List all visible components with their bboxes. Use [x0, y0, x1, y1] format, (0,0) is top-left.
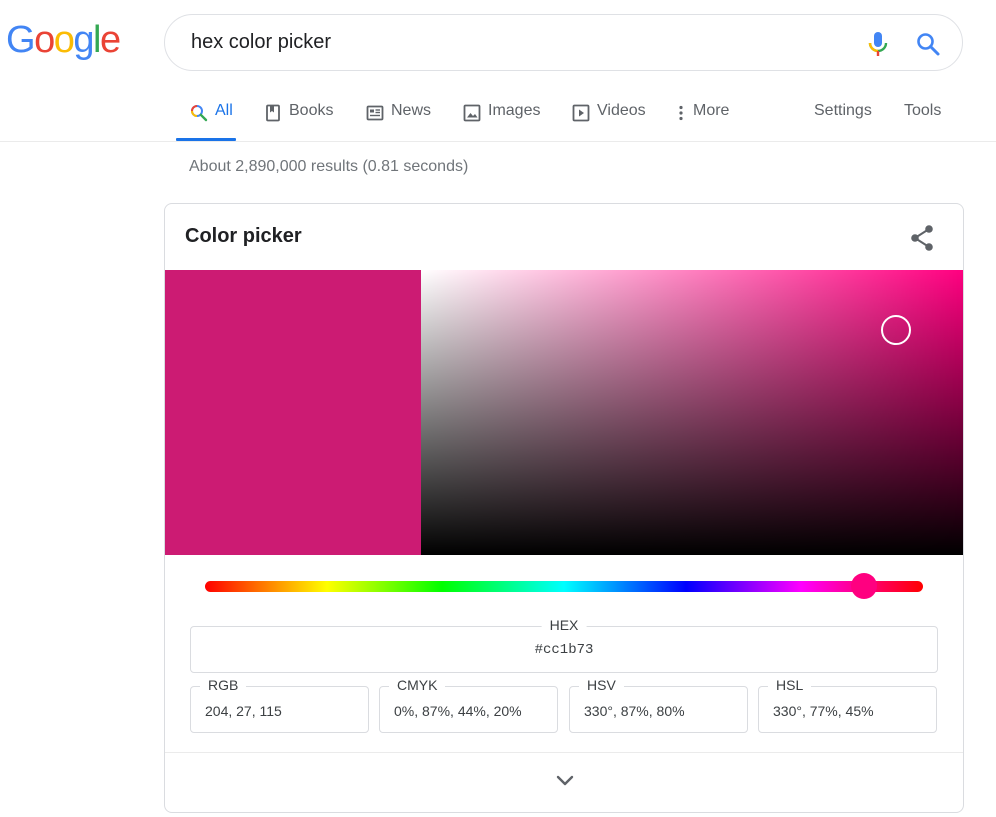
cmyk-input[interactable]: [394, 703, 544, 719]
tab-label: Books: [289, 102, 334, 119]
cmyk-label: CMYK: [389, 677, 446, 693]
news-icon: [366, 105, 384, 121]
tab-more[interactable]: More: [676, 92, 729, 141]
search-tabs: All Books News Images Videos More Settin…: [176, 92, 976, 141]
chevron-down-icon[interactable]: [554, 773, 576, 789]
play-icon: [572, 104, 590, 122]
hsl-field: HSL: [758, 677, 937, 733]
saturation-value-area[interactable]: [421, 270, 963, 555]
logo-letter: l: [92, 19, 101, 61]
hsv-field: HSV: [569, 677, 748, 733]
logo-letter: g: [73, 19, 94, 61]
hsv-label: HSV: [579, 677, 624, 693]
hex-input[interactable]: [191, 642, 937, 658]
book-icon: [266, 104, 280, 122]
image-icon: [463, 104, 481, 122]
card-divider: [165, 752, 963, 753]
card-title: Color picker: [185, 225, 302, 247]
hex-label: HEX: [541, 617, 587, 633]
logo-letter: e: [99, 19, 121, 61]
result-stats: About 2,890,000 results (0.81 seconds): [189, 158, 469, 175]
tab-settings[interactable]: Settings: [814, 92, 872, 141]
share-icon[interactable]: [909, 224, 935, 252]
tab-label: More: [693, 102, 730, 119]
mic-icon[interactable]: [867, 31, 889, 57]
tab-label: Videos: [597, 102, 646, 119]
search-icon[interactable]: [915, 31, 941, 57]
rgb-field: RGB: [190, 677, 369, 733]
tab-label: Settings: [814, 102, 872, 119]
tab-tools[interactable]: Tools: [904, 92, 941, 141]
hsv-input[interactable]: [584, 703, 734, 719]
tab-news[interactable]: News: [366, 92, 431, 141]
logo-letter: G: [6, 19, 36, 61]
search-input[interactable]: [191, 15, 831, 70]
logo-letter: o: [53, 19, 75, 61]
search-box: [164, 14, 963, 71]
more-vert-icon: [679, 105, 683, 121]
tab-label: News: [391, 102, 432, 119]
tab-images[interactable]: Images: [463, 92, 540, 141]
hue-slider[interactable]: [205, 581, 923, 592]
tab-books[interactable]: Books: [264, 92, 333, 141]
logo-letter: o: [34, 19, 55, 61]
rgb-label: RGB: [200, 677, 247, 693]
tab-label: Images: [488, 102, 541, 119]
hsl-input[interactable]: [773, 703, 923, 719]
cmyk-field: CMYK: [379, 677, 558, 733]
hsl-label: HSL: [768, 677, 812, 693]
tab-label: Tools: [904, 102, 942, 119]
color-swatch: [165, 270, 421, 555]
google-logo[interactable]: Google: [6, 18, 121, 62]
hex-field: HEX: [190, 617, 938, 673]
rgb-input[interactable]: [205, 703, 355, 719]
hue-slider-thumb[interactable]: [851, 573, 877, 599]
tab-all[interactable]: All: [176, 92, 236, 141]
tab-videos[interactable]: Videos: [572, 92, 646, 141]
tab-label: All: [215, 102, 233, 119]
color-picker-card: Color picker HEX RGB CMYK HSV HSL: [164, 203, 964, 813]
search-icon: [191, 105, 208, 122]
tabs-divider: [0, 141, 996, 142]
saturation-value-handle[interactable]: [881, 315, 911, 345]
